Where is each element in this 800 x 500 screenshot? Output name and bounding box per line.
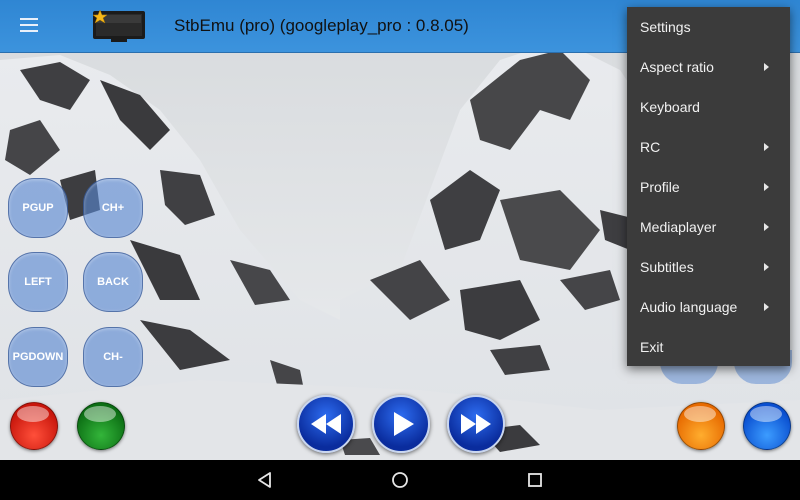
menu-item-label: Exit [640, 339, 664, 355]
nav-home-icon[interactable] [390, 470, 410, 490]
green-color-button[interactable] [77, 402, 125, 450]
fast-forward-icon [461, 414, 491, 434]
submenu-arrow-icon [764, 223, 769, 231]
play-button[interactable] [372, 395, 430, 453]
nav-back-icon[interactable] [255, 470, 275, 490]
red-color-button[interactable] [10, 402, 58, 450]
menu-item-label: Aspect ratio [640, 59, 714, 75]
menu-item-label: Subtitles [640, 259, 694, 275]
menu-item-label: Profile [640, 179, 680, 195]
nav-recents-icon[interactable] [525, 470, 545, 490]
menu-item-profile[interactable]: Profile [627, 167, 790, 207]
submenu-arrow-icon [764, 143, 769, 151]
submenu-arrow-icon [764, 303, 769, 311]
pgdown-button[interactable]: PGDOWN [8, 327, 68, 387]
ch-plus-button[interactable]: CH+ [83, 178, 143, 238]
menu-item-aspect-ratio[interactable]: Aspect ratio [627, 47, 790, 87]
hamburger-menu-icon[interactable] [20, 18, 38, 32]
tv-logo-icon [92, 9, 145, 43]
menu-item-label: Keyboard [640, 99, 700, 115]
menu-item-mediaplayer[interactable]: Mediaplayer [627, 207, 790, 247]
back-button[interactable]: BACK [83, 252, 143, 312]
system-nav-bar [0, 460, 800, 500]
menu-item-label: Audio language [640, 299, 738, 315]
menu-item-rc[interactable]: RC [627, 127, 790, 167]
rewind-icon [311, 414, 341, 434]
menu-item-subtitles[interactable]: Subtitles [627, 247, 790, 287]
ch-minus-button[interactable]: CH- [83, 327, 143, 387]
play-icon [394, 412, 414, 436]
fast-forward-button[interactable] [447, 395, 505, 453]
menu-item-label: RC [640, 139, 661, 155]
overflow-menu: Settings Aspect ratio Keyboard RC Profile Med… [627, 7, 790, 366]
submenu-arrow-icon [764, 183, 769, 191]
blue-color-button[interactable] [743, 402, 791, 450]
menu-item-audio-language[interactable]: Audio language [627, 287, 790, 327]
orange-color-button[interactable] [677, 402, 725, 450]
submenu-arrow-icon [764, 263, 769, 271]
menu-item-exit[interactable]: Exit [627, 327, 790, 367]
menu-item-label: Mediaplayer [640, 219, 717, 235]
rewind-button[interactable] [297, 395, 355, 453]
menu-list: Settings Aspect ratio Keyboard RC Profile Med… [627, 7, 790, 367]
app-title: StbEmu (pro) (googleplay_pro : 0.8.05) [174, 16, 469, 35]
pgup-button[interactable]: PGUP [8, 178, 68, 238]
menu-item-keyboard[interactable]: Keyboard [627, 87, 790, 127]
menu-item-settings[interactable]: Settings [627, 7, 790, 47]
menu-item-label: Settings [640, 19, 691, 35]
left-button[interactable]: LEFT [8, 252, 68, 312]
submenu-arrow-icon [764, 63, 769, 71]
